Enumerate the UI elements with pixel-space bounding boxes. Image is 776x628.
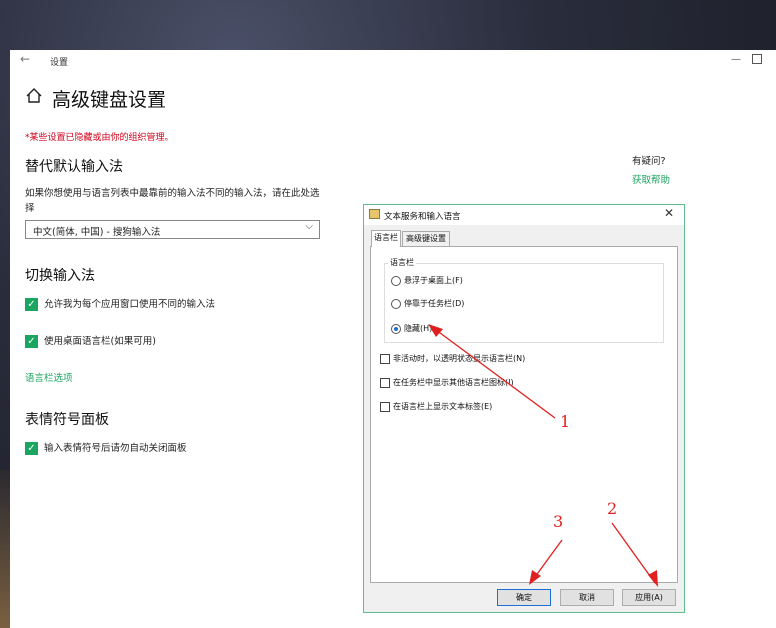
app-title: 设置	[50, 58, 69, 68]
checked-checkbox-icon[interactable]: ✓	[25, 442, 38, 455]
tab-advanced-key-settings[interactable]: 高级键设置	[402, 231, 450, 246]
tab-language-bar[interactable]: 语言栏	[371, 230, 401, 247]
dropdown-value: 中文(简体, 中国) - 搜狗输入法	[33, 227, 161, 238]
get-help-link[interactable]: 获取帮助	[632, 172, 670, 186]
per-app-checkbox-label: 允许我为每个应用窗口使用不同的输入法	[44, 299, 216, 310]
emoji-checkbox-label: 输入表情符号后请勿自动关闭面板	[44, 443, 187, 454]
page-title: 高级键盘设置	[52, 89, 167, 111]
text-services-dialog: 文本服务和输入语言 ✕ 语言栏 高级键设置 语言栏 悬浮于桌面上(F) 停靠于任…	[363, 204, 685, 613]
emoji-heading: 表情符号面板	[25, 412, 109, 428]
tab-panel: 语言栏 悬浮于桌面上(F) 停靠于任务栏(D) 隐藏(H) 非活动时，以透明状态…	[370, 246, 678, 583]
radio-selected-icon[interactable]	[391, 324, 401, 334]
chevron-down-icon: ⌵	[305, 221, 313, 232]
input-method-dropdown[interactable]: 中文(简体, 中国) - 搜狗输入法 ⌵	[25, 220, 320, 239]
annotation-number-3: 3	[553, 512, 564, 531]
title-bar: ← 设置 —	[10, 50, 776, 72]
maximize-button[interactable]	[752, 54, 762, 64]
close-icon[interactable]: ✕	[664, 206, 674, 220]
checkbox-icon[interactable]	[380, 378, 390, 388]
group-title: 语言栏	[388, 257, 416, 268]
cancel-button[interactable]: 取消	[560, 589, 614, 606]
home-icon	[26, 88, 42, 103]
checked-checkbox-icon[interactable]: ✓	[25, 335, 38, 348]
back-arrow-icon[interactable]: ←	[20, 52, 30, 66]
apply-button[interactable]: 应用(A)	[622, 589, 676, 606]
keyboard-icon	[369, 209, 380, 219]
help-question: 有疑问?	[632, 156, 666, 167]
radio-floating-label: 悬浮于桌面上(F)	[404, 276, 463, 285]
checkbox-icon[interactable]	[380, 354, 390, 364]
checked-checkbox-icon[interactable]: ✓	[25, 298, 38, 311]
override-description: 如果你想使用与语言列表中最靠前的输入法不同的输入法，请在此处选择	[25, 188, 320, 214]
radio-icon[interactable]	[391, 276, 401, 286]
radio-hidden-label: 隐藏(H)	[404, 324, 433, 333]
desktop-langbar-checkbox-label: 使用桌面语言栏(如果可用)	[44, 336, 156, 347]
checkbox-transparent-label: 非活动时，以透明状态显示语言栏(N)	[393, 354, 526, 363]
override-heading: 替代默认输入法	[25, 159, 123, 175]
desktop-background	[0, 470, 10, 628]
ok-button[interactable]: 确定	[497, 589, 551, 606]
radio-docked-label: 停靠于任务栏(D)	[404, 299, 465, 308]
annotation-number-1: 1	[560, 412, 571, 431]
checkbox-text-labels-label: 在语言栏上显示文本标签(E)	[393, 402, 493, 411]
checkbox-icon[interactable]	[380, 402, 390, 412]
language-bar-options-link[interactable]: 语言栏选项	[25, 370, 73, 384]
minimize-button[interactable]: —	[726, 50, 746, 70]
managed-warning: *某些设置已隐藏或由你的组织管理。	[25, 133, 174, 143]
annotation-number-2: 2	[607, 499, 618, 518]
dialog-title: 文本服务和输入语言	[384, 212, 461, 222]
switch-heading: 切换输入法	[25, 268, 95, 284]
dialog-title-bar: 文本服务和输入语言 ✕	[364, 205, 684, 225]
checkbox-taskbar-icons-label: 在任务栏中显示其他语言栏图标(I)	[393, 378, 514, 387]
radio-icon[interactable]	[391, 299, 401, 309]
